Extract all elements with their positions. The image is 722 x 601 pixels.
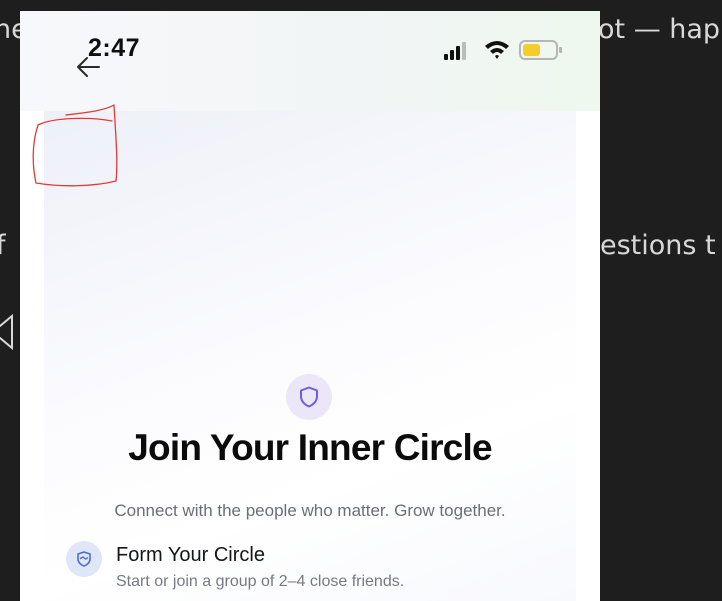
feature-title: Form Your Circle [116, 544, 265, 566]
handshake-icon [77, 551, 91, 567]
page-subtitle: Connect with the people who matter. Grow… [114, 501, 506, 520]
background-text-fragment: f [0, 230, 6, 261]
wifi-icon [485, 41, 509, 59]
onboarding-content [44, 111, 576, 601]
feature-description: Start or join a group of 2–4 close frien… [116, 573, 405, 590]
feature-icon-badge [66, 541, 102, 577]
page-title: Join Your Inner Circle [128, 427, 492, 468]
phone-screen: 2:47 Join Your Inner Circle Connect with… [20, 11, 600, 601]
signal-icon [444, 42, 466, 60]
shield-badge [286, 374, 332, 420]
shield-icon [300, 386, 318, 408]
battery-icon [519, 40, 562, 60]
speaker-icon [0, 314, 13, 350]
status-time: 2:47 [88, 34, 141, 62]
background-text-fragment: ot — happ [598, 14, 722, 45]
feature-item: Form Your Circle Start or join a group o… [66, 539, 566, 601]
background-text-fragment: estions t [600, 230, 716, 261]
